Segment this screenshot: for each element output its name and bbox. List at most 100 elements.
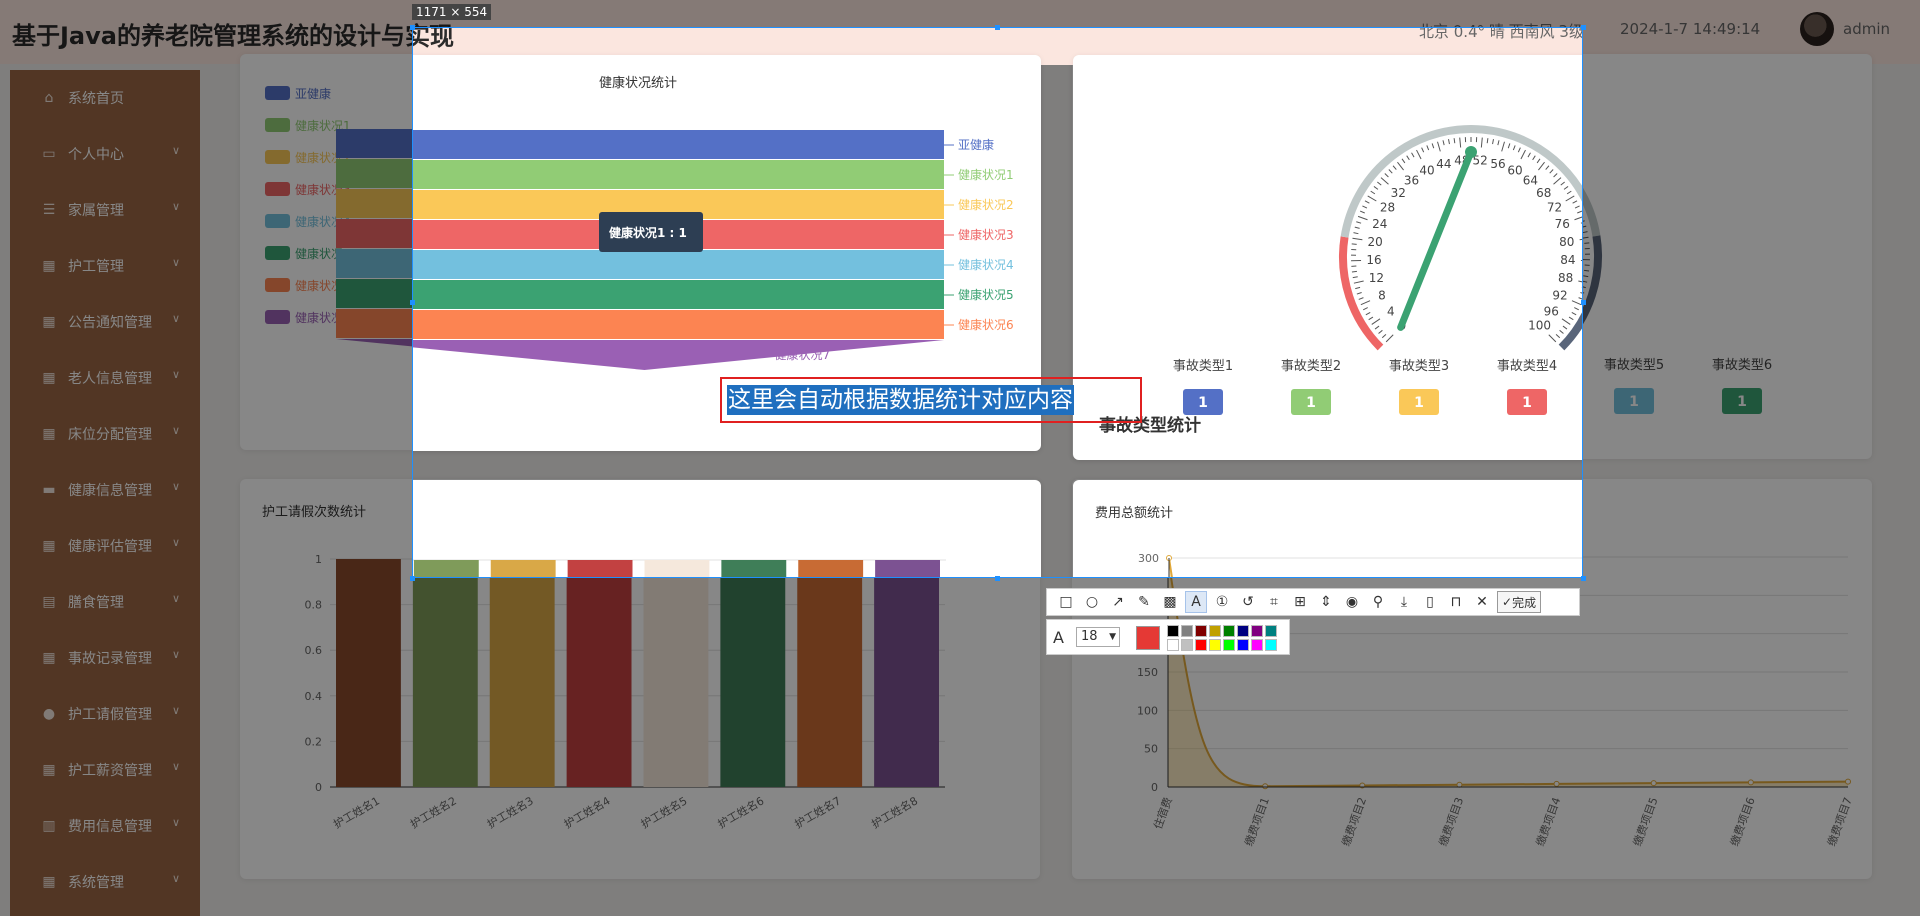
color-swatch[interactable] xyxy=(1181,639,1193,651)
bar[interactable] xyxy=(566,559,632,787)
data-point[interactable] xyxy=(1262,783,1269,790)
legend-swatch[interactable] xyxy=(265,150,290,164)
bookmark-icon[interactable]: ⊓ xyxy=(1445,591,1467,613)
text-annotation[interactable]: 这里会自动根据数据统计对应内容 xyxy=(720,377,1142,423)
color-swatch[interactable] xyxy=(1223,639,1235,651)
sidebar-item[interactable]: ▦ 系统管理 ∨ xyxy=(10,854,200,910)
legend-swatch[interactable] xyxy=(265,214,290,228)
number-tool-icon[interactable]: ① xyxy=(1211,591,1233,613)
bar[interactable] xyxy=(412,559,478,787)
legend-swatch[interactable] xyxy=(265,182,290,196)
crop-icon[interactable]: ⌗ xyxy=(1263,591,1285,613)
resize-handle[interactable] xyxy=(1581,25,1586,30)
undo-icon[interactable]: ↺ xyxy=(1237,591,1259,613)
legend-swatch[interactable] xyxy=(265,118,290,132)
resize-handle[interactable] xyxy=(410,300,415,305)
sidebar-item[interactable]: ▦ 床位分配管理 ∨ xyxy=(10,406,200,462)
funnel-segment[interactable] xyxy=(412,250,944,279)
bar[interactable] xyxy=(489,559,555,787)
sidebar-item[interactable]: ⌂ 系统首页 xyxy=(10,70,200,126)
data-point[interactable] xyxy=(1553,780,1560,787)
bar[interactable] xyxy=(875,560,940,578)
bar[interactable] xyxy=(720,559,786,787)
resize-handle[interactable] xyxy=(410,25,415,30)
save-icon[interactable]: ⤓ xyxy=(1393,591,1415,613)
ocr-icon[interactable]: ⊞ xyxy=(1289,591,1311,613)
ellipse-tool-icon[interactable]: ○ xyxy=(1081,591,1103,613)
color-swatch[interactable] xyxy=(1195,639,1207,651)
annotation-text[interactable]: 这里会自动根据数据统计对应内容 xyxy=(727,385,1074,415)
text-tool-icon[interactable]: A xyxy=(1185,591,1207,613)
close-icon[interactable]: ✕ xyxy=(1471,591,1493,613)
bar[interactable] xyxy=(567,560,633,578)
legend-swatch[interactable] xyxy=(265,246,290,260)
resize-handle[interactable] xyxy=(410,576,415,581)
sidebar-item[interactable]: ▦ 老人信息管理 ∨ xyxy=(10,350,200,406)
funnel-segment[interactable] xyxy=(412,280,944,309)
resize-handle[interactable] xyxy=(995,576,1000,581)
font-size-select[interactable]: 18 ▼ xyxy=(1076,627,1120,647)
resize-handle[interactable] xyxy=(1581,576,1586,581)
bar[interactable] xyxy=(490,560,556,578)
resize-handle[interactable] xyxy=(995,25,1000,30)
color-swatch[interactable] xyxy=(1181,625,1193,637)
sidebar-item[interactable]: ▬ 健康信息管理 ∨ xyxy=(10,462,200,518)
data-point[interactable] xyxy=(1650,780,1657,787)
screenshot-selection[interactable]: 基于Java的养老院管理系统的设计与实现 北京 0.4° 晴 西南风 3级 20 24… xyxy=(412,27,1583,578)
funnel-segment[interactable] xyxy=(412,160,944,189)
series-line[interactable] xyxy=(1168,557,1583,578)
color-swatch[interactable] xyxy=(1209,639,1221,651)
sidebar-item[interactable]: ▤ 膳食管理 ∨ xyxy=(10,574,200,630)
sidebar-item[interactable]: ☰ 家属管理 ∨ xyxy=(10,182,200,238)
bar[interactable] xyxy=(798,560,864,578)
rect-tool-icon[interactable]: □ xyxy=(1055,591,1077,613)
legend-swatch[interactable] xyxy=(265,86,290,100)
color-swatch[interactable] xyxy=(1265,639,1277,651)
bar[interactable] xyxy=(721,560,787,578)
bar[interactable] xyxy=(643,559,709,787)
sidebar-item[interactable]: ▦ 健康评估管理 ∨ xyxy=(10,518,200,574)
pin-icon[interactable]: ⚲ xyxy=(1367,591,1389,613)
pen-tool-icon[interactable]: ✎ xyxy=(1133,591,1155,613)
color-swatch[interactable] xyxy=(1167,625,1179,637)
color-swatch[interactable] xyxy=(1209,625,1221,637)
sidebar-item[interactable]: ▦ 护工薪资管理 ∨ xyxy=(10,742,200,798)
funnel-segment[interactable] xyxy=(412,340,944,370)
color-swatch[interactable] xyxy=(1265,625,1277,637)
sidebar-item[interactable]: ● 护工请假管理 ∨ xyxy=(10,686,200,742)
bar[interactable] xyxy=(644,560,710,578)
data-point[interactable] xyxy=(1456,781,1463,788)
phone-icon[interactable]: ▯ xyxy=(1419,591,1441,613)
scroll-capture-icon[interactable]: ⇕ xyxy=(1315,591,1337,613)
sidebar-item[interactable]: ▭ 个人中心 ∨ xyxy=(10,126,200,182)
avatar[interactable] xyxy=(1800,12,1834,46)
mosaic-tool-icon[interactable]: ▩ xyxy=(1159,591,1181,613)
color-swatch[interactable] xyxy=(1251,639,1263,651)
bar[interactable] xyxy=(336,559,401,787)
bar[interactable] xyxy=(874,559,939,787)
funnel-segment[interactable] xyxy=(412,130,944,159)
color-swatch[interactable] xyxy=(1237,639,1249,651)
data-point[interactable] xyxy=(1747,779,1754,786)
sidebar-item[interactable]: ▦ 护工管理 ∨ xyxy=(10,238,200,294)
legend-swatch[interactable] xyxy=(265,278,290,292)
funnel-segment[interactable] xyxy=(412,310,944,339)
resize-handle[interactable] xyxy=(1581,300,1586,305)
bar[interactable] xyxy=(797,559,863,787)
color-swatch[interactable] xyxy=(1167,639,1179,651)
legend-swatch[interactable] xyxy=(265,310,290,324)
data-point[interactable] xyxy=(1845,778,1851,785)
color-swatch[interactable] xyxy=(1223,625,1235,637)
done-button[interactable]: ✓ 完成 xyxy=(1497,591,1542,613)
color-swatch[interactable] xyxy=(1195,625,1207,637)
color-swatch[interactable] xyxy=(1251,625,1263,637)
color-swatch[interactable] xyxy=(1237,625,1249,637)
record-icon[interactable]: ◉ xyxy=(1341,591,1363,613)
sidebar-item[interactable]: ▥ 费用信息管理 ∨ xyxy=(10,798,200,854)
current-color[interactable] xyxy=(1136,626,1160,650)
bar[interactable] xyxy=(413,560,479,578)
sidebar-item[interactable]: ▦ 公告通知管理 ∨ xyxy=(10,294,200,350)
arrow-tool-icon[interactable]: ↗ xyxy=(1107,591,1129,613)
username[interactable]: admin xyxy=(1843,20,1890,38)
sidebar-item[interactable]: ▦ 事故记录管理 ∨ xyxy=(10,630,200,686)
